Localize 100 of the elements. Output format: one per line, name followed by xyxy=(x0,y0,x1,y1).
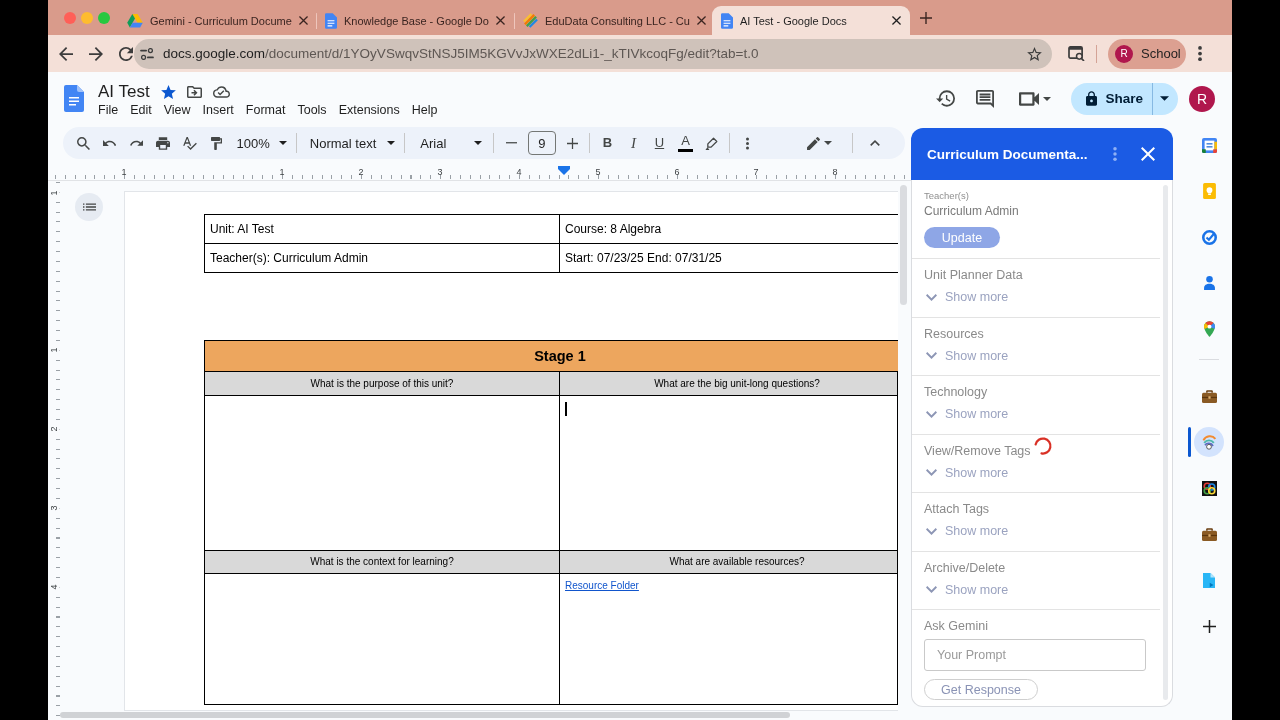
add-icon[interactable] xyxy=(1202,619,1216,633)
briefcase-icon[interactable] xyxy=(1201,389,1217,403)
table-header-cell: What are available resources? xyxy=(560,550,898,574)
reload-icon[interactable] xyxy=(119,46,133,61)
text-color-button[interactable]: A xyxy=(672,130,699,156)
map-pin-icon[interactable] xyxy=(1203,321,1215,337)
menu-item[interactable]: Edit xyxy=(130,102,152,118)
section-title: Technology xyxy=(924,384,988,400)
menu-item[interactable]: Insert xyxy=(202,102,234,118)
ruler-number: 8 xyxy=(832,167,838,177)
share-options-button[interactable] xyxy=(1152,82,1178,115)
ruler-number: 4 xyxy=(516,167,522,177)
font-dropdown[interactable]: Arial xyxy=(409,130,490,156)
comment-icon[interactable] xyxy=(976,89,995,108)
undo-icon[interactable] xyxy=(103,140,117,146)
menu-item[interactable]: Tools xyxy=(297,102,327,118)
person-icon[interactable] xyxy=(1203,276,1215,290)
caret-icon xyxy=(387,141,396,145)
stripes-logo-icon xyxy=(523,13,538,28)
video-call-icon[interactable] xyxy=(1019,91,1040,106)
briefcase-icon[interactable] xyxy=(1201,527,1217,541)
section-title: Archive/Delete xyxy=(924,559,1006,576)
arcs-icon[interactable] xyxy=(1188,427,1224,457)
menu-item[interactable]: Format xyxy=(245,102,286,118)
profile-avatar: R xyxy=(1115,44,1133,63)
zoom-dropdown[interactable]: 100% xyxy=(229,130,292,156)
account-avatar[interactable]: R xyxy=(1189,85,1215,112)
pencil-icon[interactable] xyxy=(807,136,820,150)
browser-tab[interactable]: Gemini - Curriculum Docume xyxy=(118,6,316,35)
caret-icon xyxy=(1160,96,1169,101)
ruler-number: 5 xyxy=(595,167,601,177)
underline-button[interactable]: U xyxy=(646,130,673,156)
address-bar[interactable]: docs.google.com/document/d/1YOyVSwqvStNSJ5IM5KGVvJxWXE2dLi1-_kTIVkcoqFg/edit?tab=t.0 xyxy=(134,38,1052,69)
back-icon[interactable] xyxy=(59,46,73,61)
window-search-icon[interactable] xyxy=(1068,46,1085,61)
paint-roller-icon[interactable] xyxy=(210,136,222,150)
ruler-number: 7 xyxy=(753,167,759,177)
close-tab-icon[interactable] xyxy=(298,16,308,25)
more-icon[interactable] xyxy=(745,136,749,150)
close-icon[interactable] xyxy=(1141,147,1155,161)
ruler-number: 1 xyxy=(48,190,60,196)
caret-icon[interactable] xyxy=(824,141,832,145)
bookmark-star-icon[interactable] xyxy=(1027,46,1042,61)
close-tab-icon[interactable] xyxy=(496,16,505,25)
caret-icon[interactable] xyxy=(1043,96,1052,101)
docs-logo-icon[interactable] xyxy=(64,85,84,112)
close-tab-icon[interactable] xyxy=(892,16,901,25)
close-tab-icon[interactable] xyxy=(696,16,706,25)
calendar-icon[interactable] xyxy=(1201,137,1217,153)
document-icon xyxy=(325,12,337,29)
panel-title: Curriculum Documenta... xyxy=(927,146,1089,162)
move-folder-icon[interactable] xyxy=(186,86,202,98)
document-icon[interactable] xyxy=(1203,572,1215,588)
more-icon[interactable] xyxy=(1198,46,1202,61)
section-title: Resources xyxy=(924,325,984,342)
profile-button[interactable]: R School xyxy=(1108,38,1186,69)
menu-item[interactable]: Help xyxy=(411,102,438,118)
minus-icon[interactable] xyxy=(506,142,518,144)
lock-icon xyxy=(1086,91,1098,106)
scrollbar[interactable] xyxy=(60,712,790,718)
indent-marker-icon[interactable] xyxy=(558,166,570,175)
site-info-icon[interactable] xyxy=(140,47,154,60)
menu-item[interactable]: View xyxy=(163,102,191,118)
section-title: Ask Gemini xyxy=(924,618,988,634)
new-tab-icon[interactable] xyxy=(920,12,932,24)
forward-icon[interactable] xyxy=(89,46,103,61)
color-bar-icon xyxy=(677,149,693,152)
rings-icon[interactable] xyxy=(1201,480,1217,496)
section-title: Unit Planner Data xyxy=(924,267,1023,283)
list-icon xyxy=(82,203,96,211)
menu-item[interactable]: File xyxy=(98,102,119,118)
search-icon[interactable] xyxy=(76,136,90,150)
ruler-number: 3 xyxy=(437,167,443,177)
history-icon[interactable] xyxy=(936,90,956,107)
print-icon[interactable] xyxy=(156,136,171,150)
outline-button[interactable] xyxy=(75,193,103,221)
font-size-field[interactable]: 9 xyxy=(527,131,556,155)
browser-tab[interactable]: AI Test - Google Docs xyxy=(712,6,910,35)
menu-item[interactable]: Extensions xyxy=(338,102,400,118)
ruler-number: 2 xyxy=(358,167,364,177)
document-title[interactable]: AI Test xyxy=(98,82,150,102)
highlighter-icon[interactable] xyxy=(705,136,719,150)
check-circle-icon[interactable] xyxy=(1201,229,1217,245)
scrollbar[interactable] xyxy=(900,185,907,305)
prompt-field[interactable]: Your Prompt xyxy=(924,639,1146,671)
share-button[interactable]: Share xyxy=(1071,82,1152,115)
plus-icon[interactable] xyxy=(566,137,578,149)
table-cell: Unit: AI Test xyxy=(205,215,560,244)
section-title: View/Remove Tags xyxy=(924,442,1031,459)
chevron-up-icon[interactable] xyxy=(870,140,880,146)
star-icon[interactable] xyxy=(160,85,176,99)
link[interactable]: Resource Folder xyxy=(565,580,639,592)
redo-icon[interactable] xyxy=(130,140,143,146)
cloud-check-icon[interactable] xyxy=(212,86,230,98)
ruler-number: 4 xyxy=(48,584,60,590)
field-value: Curriculum Admin xyxy=(924,203,1019,219)
spellcheck-icon[interactable] xyxy=(182,136,197,150)
italic-button[interactable]: I xyxy=(620,130,647,156)
bold-button[interactable]: B xyxy=(594,130,621,156)
style-dropdown[interactable]: Normal text xyxy=(300,130,401,156)
